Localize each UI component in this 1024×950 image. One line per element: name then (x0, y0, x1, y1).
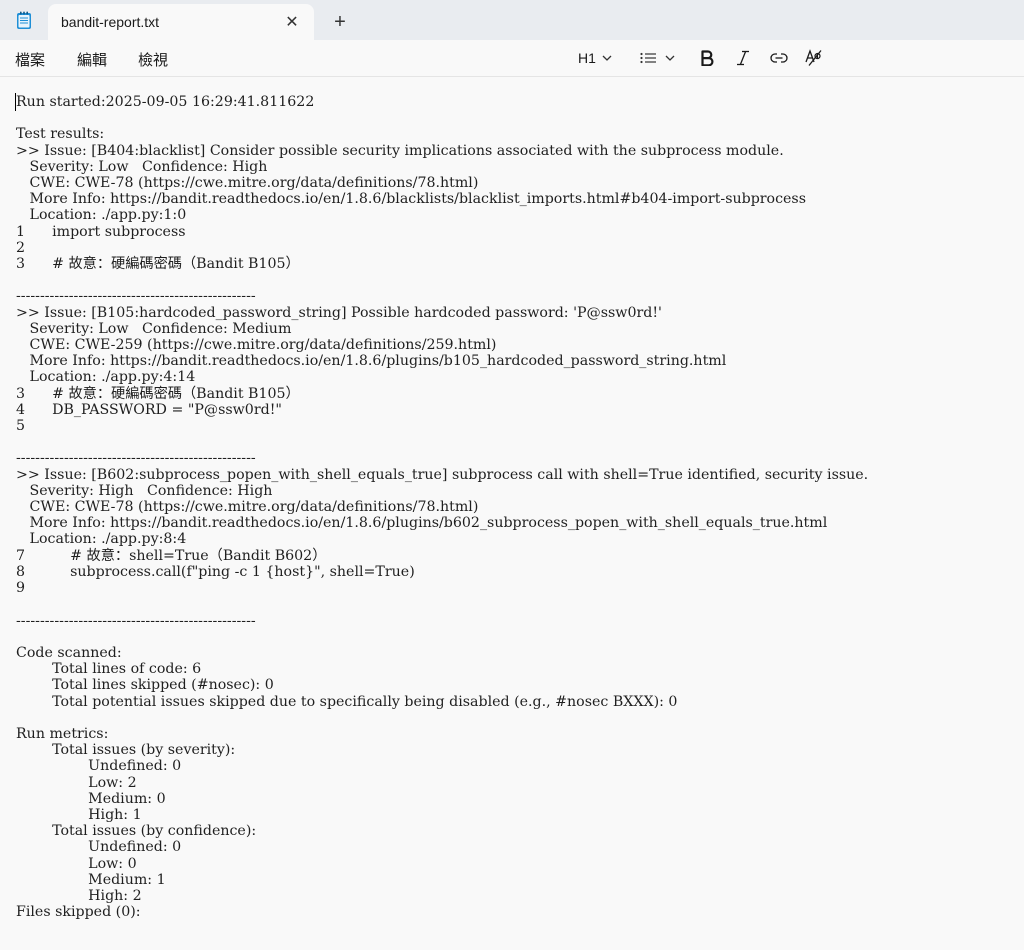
plus-icon[interactable]: + (326, 10, 354, 34)
close-icon[interactable]: ✕ (280, 10, 304, 34)
bold-icon (700, 50, 714, 66)
clear-formatting-button[interactable] (805, 46, 823, 70)
chevron-down-icon (665, 55, 675, 61)
bold-button[interactable] (700, 46, 714, 70)
menu-view[interactable]: 檢視 (138, 49, 168, 70)
heading-dropdown[interactable]: H1 (578, 46, 612, 70)
chevron-down-icon (602, 55, 612, 61)
notepad-icon (16, 11, 32, 29)
heading-label: H1 (578, 50, 596, 66)
bulleted-list-icon (640, 52, 656, 64)
title-bar: bandit-report.txt ✕ + (0, 0, 1024, 40)
document-tab[interactable]: bandit-report.txt ✕ (48, 4, 314, 40)
list-dropdown[interactable] (640, 46, 675, 70)
link-button[interactable] (770, 46, 788, 70)
menu-edit[interactable]: 編輯 (77, 49, 107, 70)
italic-icon (736, 50, 750, 66)
clear-formatting-icon (805, 49, 823, 67)
link-icon (770, 53, 788, 63)
italic-button[interactable] (736, 46, 750, 70)
tab-title: bandit-report.txt (61, 14, 160, 30)
menu-file[interactable]: 檔案 (15, 49, 45, 70)
menu-bar: 檔案 編輯 檢視 H1 (0, 40, 1024, 77)
notepad-window: bandit-report.txt ✕ + 檔案 編輯 檢視 H1 Run st… (0, 0, 1024, 950)
text-editor[interactable]: Run started:2025-09-05 16:29:41.811622 T… (0, 77, 1024, 950)
document-text[interactable]: Run started:2025-09-05 16:29:41.811622 T… (16, 94, 868, 920)
